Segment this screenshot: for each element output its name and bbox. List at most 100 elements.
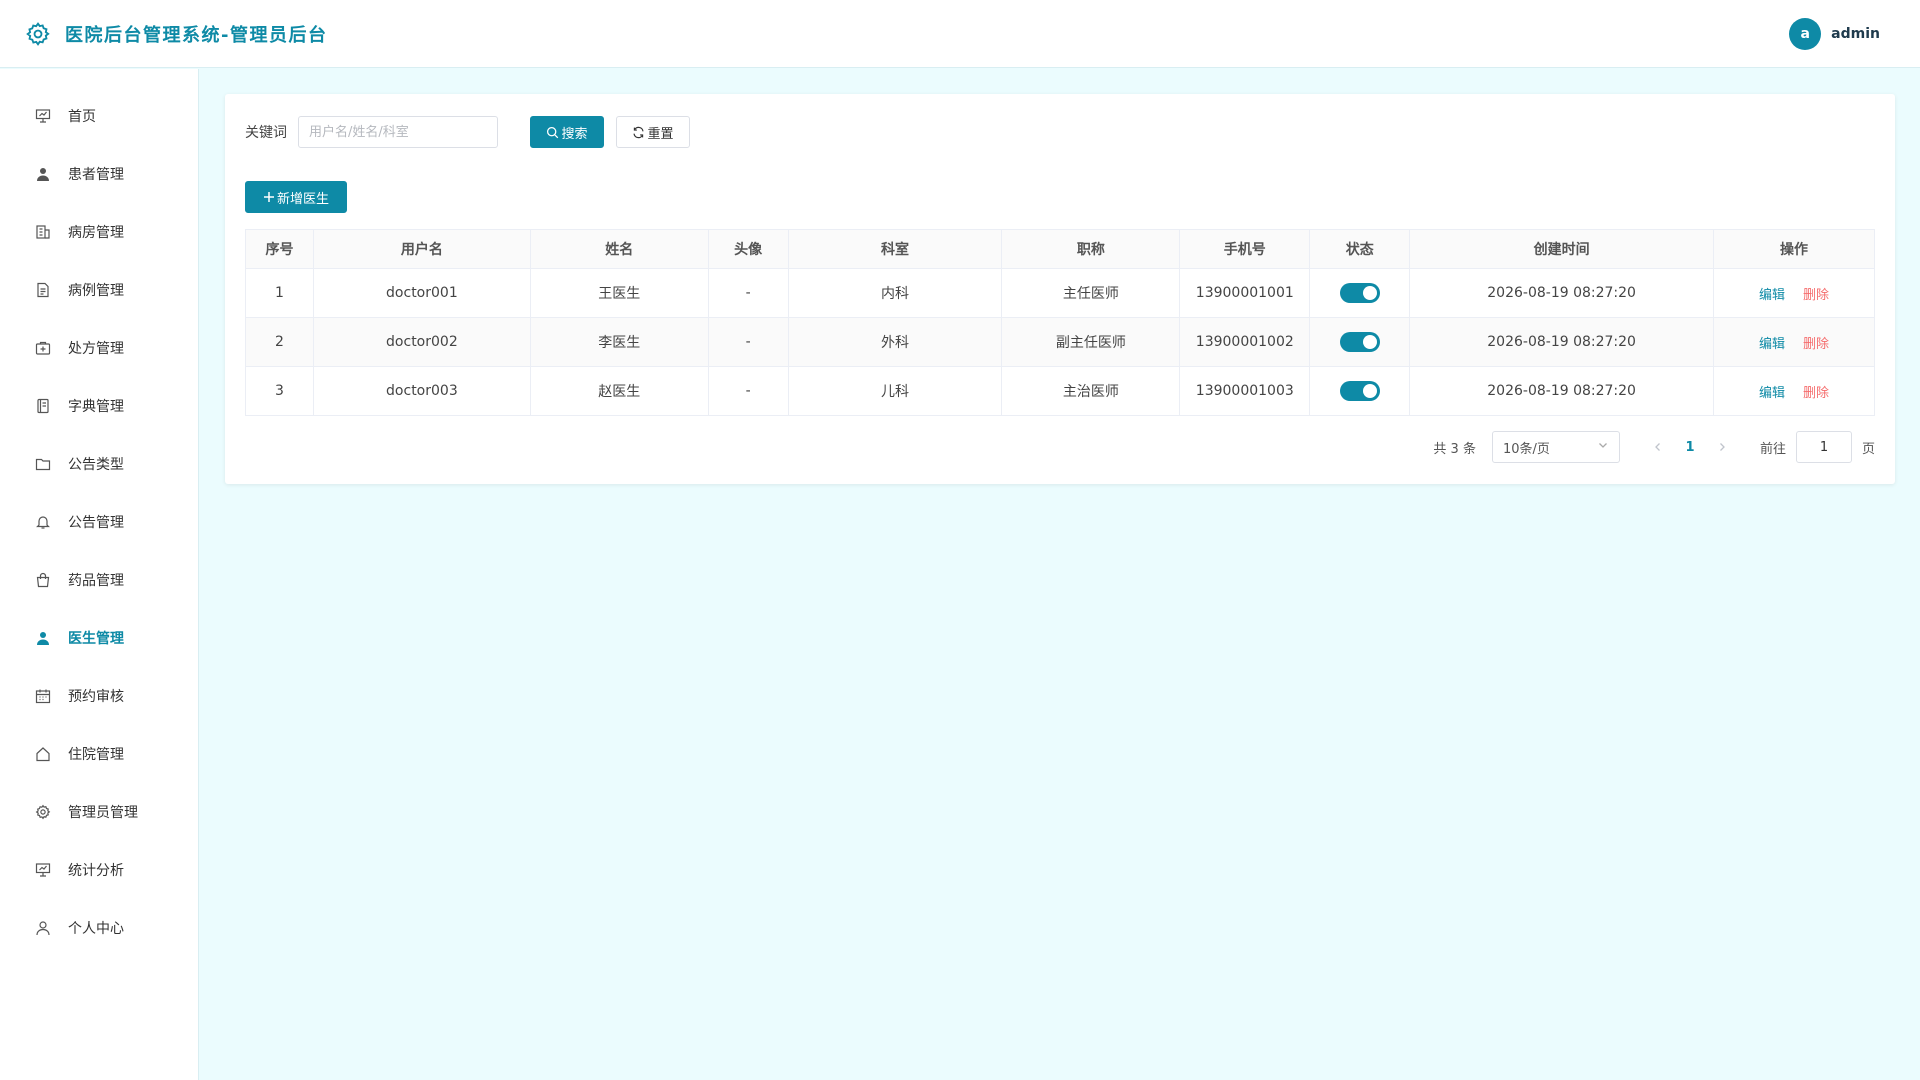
sidebar-item-label: 公告管理 [68,515,124,531]
cell-title: 主任医师 [1001,268,1181,318]
sidebar-item-prescriptions[interactable]: 处方管理 [0,319,198,377]
username[interactable]: admin [1831,26,1880,42]
calendar-icon [34,687,52,705]
cell-name: 李医生 [529,317,709,367]
notebook-icon [34,397,52,415]
reset-button-label: 重置 [647,126,674,142]
building-icon [34,223,52,241]
cell-department: 内科 [787,268,1003,318]
sidebar-item-label: 统计分析 [68,863,124,879]
doctor-table: 序号 用户名 姓名 头像 科室 职称 手机号 状态 创建时间 操作 1 doct… [245,229,1875,416]
sidebar-item-statistics[interactable]: 统计分析 [0,841,198,899]
cell-created: 2026-08-19 08:27:20 [1409,268,1715,318]
column-header: 头像 [707,229,789,269]
column-header: 科室 [787,229,1003,269]
reset-button[interactable]: 重置 [616,116,690,148]
column-header: 操作 [1713,229,1875,269]
presentation-icon [34,107,52,125]
add-doctor-button[interactable]: 新增医生 [245,181,347,213]
edit-button[interactable]: 编辑 [1759,288,1785,303]
sidebar-item-cases[interactable]: 病例管理 [0,261,198,319]
sidebar-item-patients[interactable]: 患者管理 [0,145,198,203]
sidebar-item-medicines[interactable]: 药品管理 [0,551,198,609]
sidebar-item-dictionary[interactable]: 字典管理 [0,377,198,435]
cell-phone: 13900001001 [1179,268,1311,318]
toggle-knob [1362,286,1377,300]
user-outline-icon [34,919,52,937]
bell-icon [34,513,52,531]
add-doctor-button-label: 新增医生 [276,191,329,207]
cell-department: 外科 [787,317,1003,367]
sidebar-item-label: 处方管理 [68,341,124,357]
cell-avatar: - [707,317,789,367]
top-header: 医院后台管理系统-管理员后台 a admin [0,0,1920,68]
refresh-icon [632,126,645,139]
cell-index: 2 [245,317,314,367]
sidebar-item-label: 病例管理 [68,283,124,299]
total-count: 共 3 条 [1433,441,1476,457]
column-header: 序号 [245,229,314,269]
chevron-right-icon [1720,443,1725,451]
sidebar-item-label: 首页 [68,109,96,125]
status-toggle[interactable] [1339,332,1380,352]
app-title: 医院后台管理系统-管理员后台 [65,24,328,46]
edit-button[interactable]: 编辑 [1759,386,1785,401]
cell-created: 2026-08-19 08:27:20 [1409,317,1715,367]
user-menu[interactable]: a admin [1789,18,1880,50]
page-size-select[interactable]: 10条/页 [1491,431,1620,463]
sidebar-item-wards[interactable]: 病房管理 [0,203,198,261]
page-size-value: 10条/页 [1502,441,1550,457]
goto-page-input[interactable] [1795,431,1852,463]
page-number-current[interactable]: 1 [1676,433,1704,461]
cell-actions: 编辑 删除 [1713,317,1875,367]
sidebar-item-notices[interactable]: 公告管理 [0,493,198,551]
cell-status [1309,268,1411,318]
delete-button[interactable]: 删除 [1803,288,1829,303]
sidebar-item-inpatient[interactable]: 住院管理 [0,725,198,783]
search-button-label: 搜索 [561,126,588,142]
cell-status [1309,317,1411,367]
sidebar-item-admins[interactable]: 管理员管理 [0,783,198,841]
edit-button[interactable]: 编辑 [1759,337,1785,352]
cell-department: 儿科 [787,366,1003,416]
keyword-input[interactable] [298,116,498,148]
house-icon [34,745,52,763]
column-header: 手机号 [1179,229,1311,269]
document-icon [34,281,52,299]
table-row: 2 doctor002 李医生 - 外科 副主任医师 13900001002 2… [245,317,1875,367]
cell-title: 副主任医师 [1001,317,1181,367]
sidebar-item-appointments[interactable]: 预约审核 [0,667,198,725]
sidebar: 首页 患者管理 病房管理 病例管理 处方管理 字典管理 公告类型 公告管理 药品… [0,69,199,1080]
prev-page-button[interactable] [1644,433,1672,461]
column-header: 姓名 [529,229,709,269]
user-filled-icon [34,629,52,647]
cell-username: doctor002 [312,317,531,367]
cell-phone: 13900001002 [1179,317,1311,367]
sidebar-item-home[interactable]: 首页 [0,87,198,145]
table-row: 1 doctor001 王医生 - 内科 主任医师 13900001001 20… [245,268,1875,318]
column-header: 职称 [1001,229,1181,269]
toggle-knob [1362,335,1377,349]
cell-index: 3 [245,366,314,416]
cell-actions: 编辑 删除 [1713,268,1875,318]
presentation-icon [34,861,52,879]
table-row: 3 doctor003 赵医生 - 儿科 主治医师 13900001003 20… [245,366,1875,416]
goto-label: 前往 [1759,441,1786,457]
status-toggle[interactable] [1339,381,1380,401]
search-button[interactable]: 搜索 [530,116,604,148]
shopping-bag-icon [34,571,52,589]
first-aid-kit-icon [34,339,52,357]
sidebar-item-notice-types[interactable]: 公告类型 [0,435,198,493]
sidebar-item-label: 公告类型 [68,457,124,473]
next-page-button[interactable] [1708,433,1736,461]
sidebar-item-profile[interactable]: 个人中心 [0,899,198,957]
cell-avatar: - [707,268,789,318]
cell-username: doctor003 [312,366,531,416]
delete-button[interactable]: 删除 [1803,386,1829,401]
avatar[interactable]: a [1789,18,1822,50]
status-toggle[interactable] [1339,283,1380,303]
cell-index: 1 [245,268,314,318]
sidebar-item-label: 病房管理 [68,225,124,241]
sidebar-item-doctors[interactable]: 医生管理 [0,609,198,667]
delete-button[interactable]: 删除 [1803,337,1829,352]
